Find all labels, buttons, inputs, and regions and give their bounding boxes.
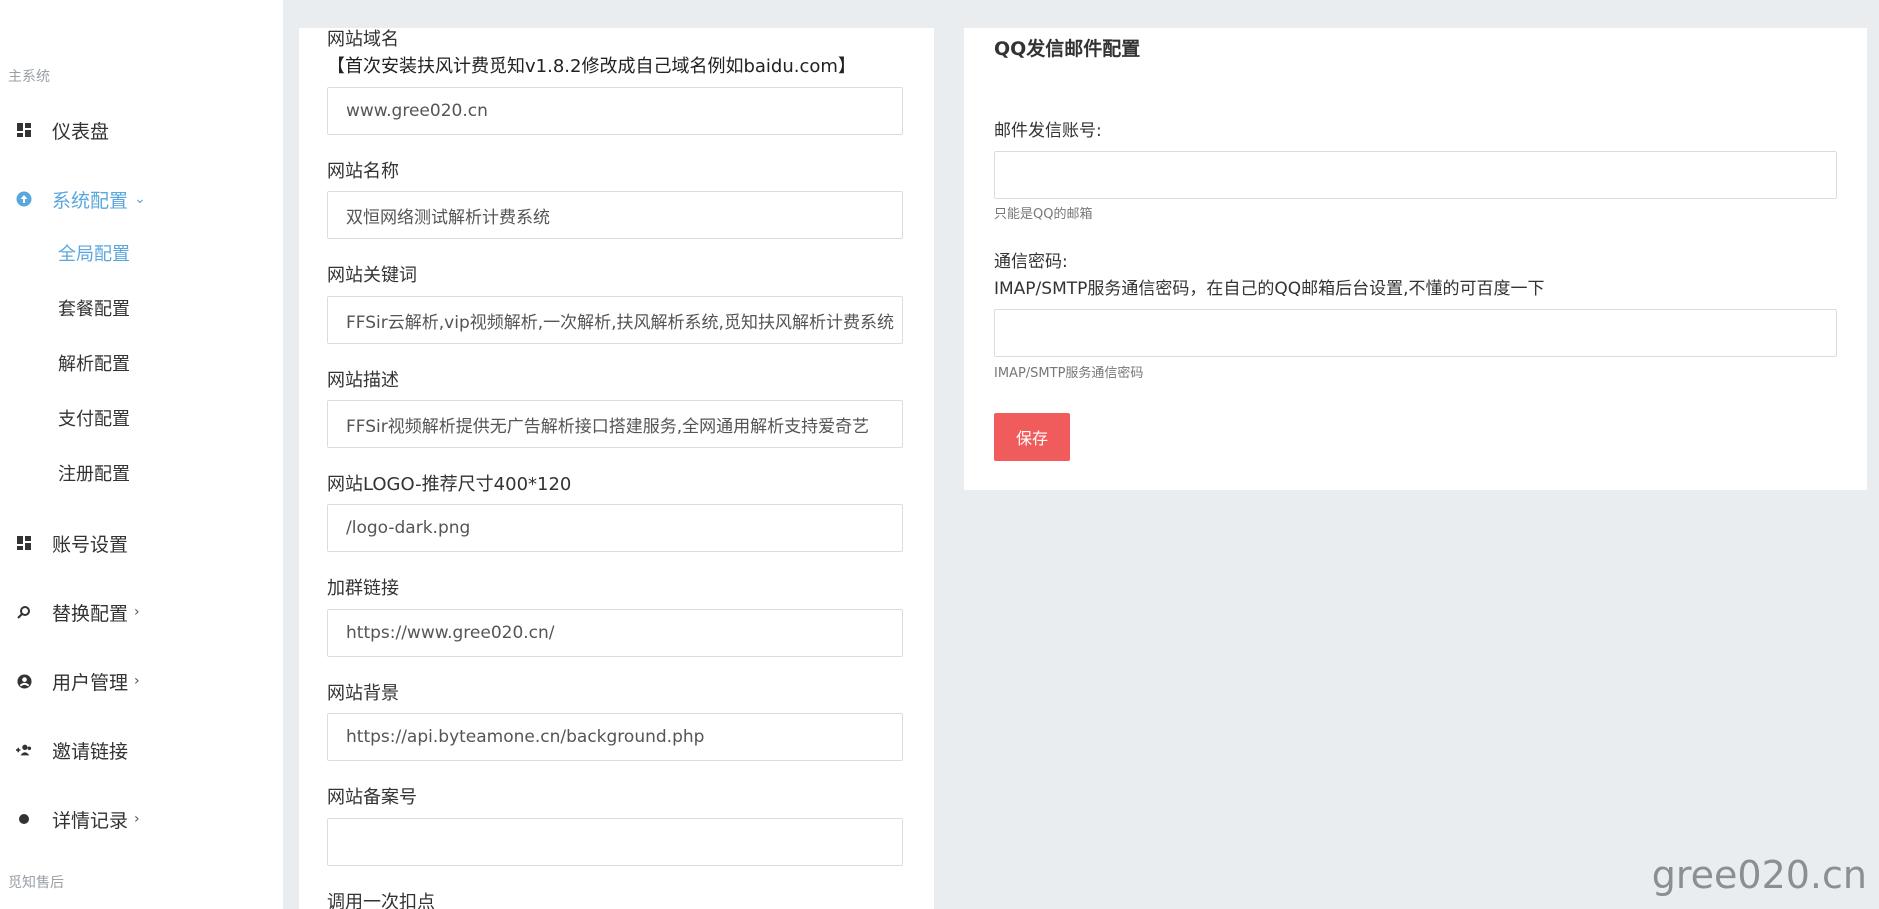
sidebar-item-label: 仪表盘 [52,120,110,143]
dashboard-icon [16,122,32,138]
add-user-icon [16,742,32,758]
mail-config-title: QQ发信邮件配置 [994,38,1141,60]
sidebar-item-invite-link[interactable]: 邀请链接 [0,730,283,770]
sidebar-item-system-config[interactable]: 系统配置 ⌄ [0,179,283,219]
mail-password-input[interactable] [994,309,1837,357]
chevron-down-icon: ⌄ [134,191,146,207]
mail-password-help: IMAP/SMTP服务通信密码 [994,366,1144,381]
icp-input[interactable] [327,818,903,866]
sidebar-item-label: 邀请链接 [52,740,129,763]
group-link-input[interactable]: https://www.gree020.cn/ [327,609,903,657]
background-label: 网站背景 [327,683,399,704]
sidebar-section-main: 主系统 [8,69,50,85]
sidebar-subitem-parse-config[interactable]: 解析配置 [58,350,130,376]
sidebar-item-label: 系统配置 [52,189,129,212]
site-name-label: 网站名称 [327,161,399,182]
mail-account-help: 只能是QQ的邮箱 [994,207,1093,222]
dashboard-icon [16,535,32,551]
upload-circle-icon [16,191,32,207]
mail-password-label: 通信密码: [994,252,1068,272]
mail-password-hint: IMAP/SMTP服务通信密码，在自己的QQ邮箱后台设置,不懂的可百度一下 [994,279,1545,299]
sidebar-item-label: 详情记录 [52,809,129,832]
mail-account-label: 邮件发信账号: [994,121,1102,141]
user-circle-icon [16,673,32,689]
mail-config-card: QQ发信邮件配置 邮件发信账号: 只能是QQ的邮箱 通信密码: IMAP/SMT… [964,28,1867,490]
domain-label: 网站域名 [327,29,399,50]
sidebar-item-detail-records[interactable]: 详情记录 › [0,799,283,839]
sidebar-item-label: 账号设置 [52,533,129,556]
sidebar: 主系统 仪表盘 系统配置 ⌄ 全局配置 套餐配置 解析配置 支付配置 注册配置 … [0,0,283,909]
sidebar-subitem-global-config[interactable]: 全局配置 [58,240,130,266]
sidebar-item-label: 用户管理 [52,671,129,694]
icp-label: 网站备案号 [327,787,417,808]
sidebar-item-account-settings[interactable]: 账号设置 [0,523,283,563]
save-button[interactable]: 保存 [994,413,1070,461]
keywords-input[interactable]: FFSir云解析,vip视频解析,一次解析,扶风解析系统,觅知扶风解析计费系统 [327,296,903,344]
mail-account-input[interactable] [994,151,1837,199]
sidebar-subitem-payment-config[interactable]: 支付配置 [58,405,130,431]
keywords-label: 网站关键词 [327,265,417,286]
site-name-input[interactable]: 双恒网络测试解析计费系统 [327,191,903,239]
description-input[interactable]: FFSir视频解析提供无广告解析接口搭建服务,全网通用解析支持爱奇艺 [327,400,903,448]
sidebar-item-replace-config[interactable]: 替换配置 › [0,592,283,632]
search-replace-icon [16,604,32,620]
sidebar-subitem-package-config[interactable]: 套餐配置 [58,295,130,321]
sidebar-item-user-management[interactable]: 用户管理 › [0,661,283,701]
site-config-card: 网站域名 【首次安装扶风计费觅知v1.8.2修改成自己域名例如baidu.com… [299,28,934,909]
dot-icon [16,811,32,827]
domain-input[interactable]: www.gree020.cn [327,87,903,135]
sidebar-section-after-sales: 觅知售后 [8,875,64,891]
sidebar-item-dashboard[interactable]: 仪表盘 [0,110,283,150]
group-link-label: 加群链接 [327,578,399,599]
watermark: gree020.cn [1651,853,1867,897]
description-label: 网站描述 [327,370,399,391]
chevron-right-icon: › [134,604,140,620]
chevron-right-icon: › [134,811,140,827]
deduct-label: 调用一次扣点 [327,892,435,909]
logo-input[interactable]: /logo-dark.png [327,504,903,552]
sidebar-subitem-register-config[interactable]: 注册配置 [58,460,130,486]
background-input[interactable]: https://api.byteamone.cn/background.php [327,713,903,761]
domain-hint: 【首次安装扶风计费觅知v1.8.2修改成自己域名例如baidu.com】 [327,56,856,77]
logo-label: 网站LOGO-推荐尺寸400*120 [327,474,572,495]
sidebar-item-label: 替换配置 [52,602,129,625]
chevron-right-icon: › [134,673,140,689]
